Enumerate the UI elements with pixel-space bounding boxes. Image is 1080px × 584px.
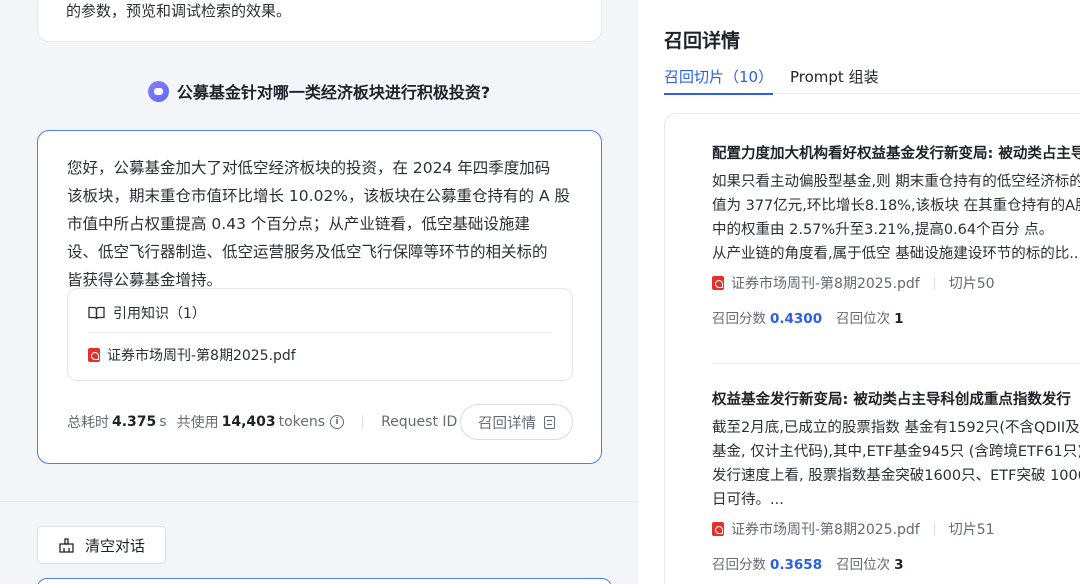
divider xyxy=(712,363,1080,364)
rank-value: 1 xyxy=(894,311,904,327)
chunk-score-row: 召回分数 0.4300 召回位次 1 xyxy=(712,307,1080,327)
tokens-unit: tokens xyxy=(278,414,326,430)
divider xyxy=(362,415,364,429)
clear-conversation-label: 清空对话 xyxy=(84,536,145,555)
chunk-item[interactable]: 配置力度加大机构看好权益基金发行新变局: 被动类占主导 如果只看主动偏股型基金,… xyxy=(712,142,1080,327)
score-value: 0.4300 xyxy=(770,311,823,327)
citation-box: 引用知识（1） 证券市场周刊-第8期2025.pdf xyxy=(67,288,573,381)
chunk-file-name[interactable]: 证券市场周刊-第8期2025.pdf xyxy=(731,519,920,539)
chat-bubble-icon xyxy=(147,80,169,102)
citation-heading: 引用知识（1） xyxy=(88,303,206,323)
tab-bar: 召回切片（10） Prompt 组装 xyxy=(664,66,1080,95)
user-question: 公募基金针对哪一类经济板块进行积极投资? xyxy=(0,78,638,104)
divider xyxy=(88,332,552,333)
chunk-item[interactable]: 权益基金发行新变局: 被动类占主导科创成重点指数发行 截至2月底,已成立的股票指… xyxy=(712,388,1080,573)
answer-line: 该板块，期末重仓市值环比增长 10.02%，该板块在公募重仓持有的 A 股 xyxy=(67,187,570,205)
recall-detail-button[interactable]: 召回详情 xyxy=(460,404,573,440)
chunk-body: 截至2月底,已成立的股票指数 基金有1592只(不含QDII及联 基金, 仅计主… xyxy=(712,416,1080,512)
chunk-line: 如果只看主动偏股型基金,则 期末重仓持有的低空经济标的 xyxy=(712,174,1080,190)
answer-stats: 总耗时 4.375 s 共使用 14,403 tokens i Request … xyxy=(67,404,457,440)
intro-text: 的参数，预览和调试检索的效果。 xyxy=(66,2,292,20)
chunk-file-name[interactable]: 证券市场周刊-第8期2025.pdf xyxy=(731,273,920,293)
answer-text: 您好，公募基金加大了对低空经济板块的投资，在 2024 年四季度加码 该板块，期… xyxy=(67,154,579,294)
chunk-line: 从产业链的角度看,属于低空 基础设施建设环节的标的比... xyxy=(712,246,1080,262)
rank-label: 召回位次 xyxy=(836,557,891,573)
score-label: 召回分数 xyxy=(712,311,766,327)
clear-conversation-button[interactable]: 清空对话 xyxy=(37,526,166,564)
book-icon xyxy=(88,306,105,320)
citation-file-name: 证券市场周刊-第8期2025.pdf xyxy=(107,348,296,364)
score-label: 召回分数 xyxy=(712,557,766,573)
broom-icon xyxy=(59,537,74,553)
rank-label: 召回位次 xyxy=(836,311,891,327)
chunk-title: 配置力度加大机构看好权益基金发行新变局: 被动类占主导 xyxy=(712,146,1080,162)
chunk-line: 值为 377亿元,环比增长8.18%,该板块 在其重仓持有的A股 xyxy=(712,198,1080,214)
chunk-title: 权益基金发行新变局: 被动类占主导科创成重点指数发行 xyxy=(712,392,1071,408)
tokens-label: 共使用 xyxy=(176,415,219,431)
pdf-icon xyxy=(88,348,100,362)
chunk-line: 发行速度上看, 股票指数基金突破1600只、ETF突破 1000 xyxy=(712,468,1080,484)
citation-file-link[interactable]: 证券市场周刊-第8期2025.pdf xyxy=(88,345,296,365)
rank-value: 3 xyxy=(894,557,904,573)
chat-input[interactable] xyxy=(37,578,612,584)
answer-line: 您好，公募基金加大了对低空经济板块的投资，在 2024 年四季度加码 xyxy=(67,159,551,177)
time-label: 总耗时 xyxy=(67,415,109,431)
pdf-icon xyxy=(712,276,724,290)
document-icon xyxy=(544,415,555,429)
answer-line: 市值中所占权重提高 0.43 个百分点；从产业链看，低空基础设施建 xyxy=(67,215,530,233)
divider xyxy=(933,522,935,536)
answer-card: 您好，公募基金加大了对低空经济板块的投资，在 2024 年四季度加码 该板块，期… xyxy=(37,130,602,464)
time-unit: s xyxy=(159,414,167,430)
panel-title: 召回详情 xyxy=(664,30,741,52)
chat-pane: 的参数，预览和调试检索的效果。 公募基金针对哪一类经济板块进行积极投资? 您好，… xyxy=(0,0,638,584)
tab-prompt-assembly[interactable]: Prompt 组装 xyxy=(790,66,879,94)
chunk-source: 证券市场周刊-第8期2025.pdf 切片51 xyxy=(712,519,1080,539)
chunk-line: 截至2月底,已成立的股票指数 基金有1592只(不含QDII及联 xyxy=(712,420,1080,436)
chunk-line: 中的权重由 2.57%升至3.21%,提高0.64个百分 点。 xyxy=(712,222,1054,238)
info-icon[interactable]: i xyxy=(330,415,345,429)
request-id-link[interactable]: Request ID xyxy=(381,414,457,430)
answer-line: 设、低空飞行器制造、低空运营服务及低空飞行保障等环节的相关标的 xyxy=(67,243,548,261)
score-value: 0.3658 xyxy=(770,557,823,573)
divider xyxy=(933,276,935,290)
chunk-line: 基金, 仅计主代码),其中,ETF基金945只 (含跨境ETF61只)。 xyxy=(712,444,1080,460)
chunk-body: 如果只看主动偏股型基金,则 期末重仓持有的低空经济标的 值为 377亿元,环比增… xyxy=(712,170,1080,266)
tokens-value: 14,403 xyxy=(221,414,276,430)
chunk-source: 证券市场周刊-第8期2025.pdf 切片50 xyxy=(712,273,1080,293)
recall-detail-panel: 召回详情 召回切片（10） Prompt 组装 配置力度加大机构看好权益基金发行… xyxy=(638,0,1080,584)
chunk-list: 配置力度加大机构看好权益基金发行新变局: 被动类占主导 如果只看主动偏股型基金,… xyxy=(664,113,1080,584)
divider xyxy=(0,501,638,502)
chunk-score-row: 召回分数 0.3658 召回位次 3 xyxy=(712,553,1080,573)
citation-heading-label: 引用知识（1） xyxy=(113,306,206,322)
recall-detail-label: 召回详情 xyxy=(478,415,536,432)
tab-recall-chunks[interactable]: 召回切片（10） xyxy=(664,66,774,95)
pdf-icon xyxy=(712,522,724,536)
chunk-slice: 切片51 xyxy=(948,522,995,538)
chunk-slice: 切片50 xyxy=(948,276,995,292)
question-text: 公募基金针对哪一类经济板块进行积极投资? xyxy=(176,83,491,102)
intro-card: 的参数，预览和调试检索的效果。 xyxy=(37,0,602,42)
time-value: 4.375 xyxy=(112,414,157,430)
chunk-line: 日可待。... xyxy=(712,492,784,508)
